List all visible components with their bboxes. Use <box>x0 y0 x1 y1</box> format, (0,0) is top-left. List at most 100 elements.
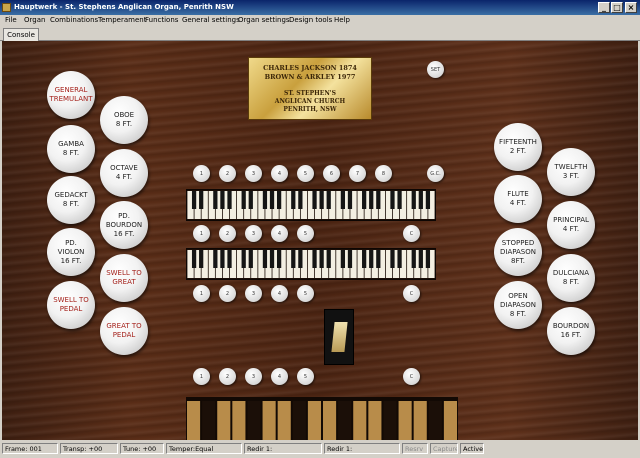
pedal-key[interactable] <box>428 401 442 440</box>
black-key[interactable] <box>326 191 331 209</box>
black-key[interactable] <box>411 250 416 268</box>
coupler-swell-to-great[interactable]: SWELL TO GREAT <box>100 254 148 302</box>
set-button[interactable]: SET <box>427 61 444 78</box>
black-key[interactable] <box>262 250 268 268</box>
black-key[interactable] <box>191 250 197 268</box>
swell-cancel-button[interactable]: C <box>403 225 420 242</box>
black-key[interactable] <box>213 191 218 209</box>
black-key[interactable] <box>199 191 204 209</box>
black-key[interactable] <box>291 191 296 209</box>
pedal-key[interactable] <box>353 401 367 440</box>
black-key[interactable] <box>199 250 204 268</box>
black-key[interactable] <box>276 191 282 209</box>
menu-organ[interactable]: Organ <box>24 16 45 24</box>
great-piston-1[interactable]: 1 <box>193 285 210 302</box>
swell-manual[interactable] <box>186 189 436 221</box>
stop-dulciana[interactable]: DULCIANA 8 FT. <box>547 254 595 302</box>
general-cancel-button[interactable]: G.C. <box>427 165 444 182</box>
menu-combinations[interactable]: Combinations <box>50 16 98 24</box>
black-key[interactable] <box>291 250 296 268</box>
black-key[interactable] <box>269 191 275 209</box>
general-piston-7[interactable]: 7 <box>349 165 366 182</box>
black-key[interactable] <box>369 250 374 268</box>
black-key[interactable] <box>213 250 218 268</box>
coupler-great-to-pedal[interactable]: GREAT TO PEDAL <box>100 307 148 355</box>
pedal-key[interactable] <box>202 401 216 440</box>
black-key[interactable] <box>319 191 324 209</box>
black-key[interactable] <box>362 191 367 209</box>
menu-temperament[interactable]: Temperament <box>98 16 146 24</box>
tab-console[interactable]: Console <box>3 28 39 41</box>
black-key[interactable] <box>397 191 402 209</box>
menu-general-settings[interactable]: General settings <box>182 16 240 24</box>
black-key[interactable] <box>241 250 246 268</box>
swell-piston-1[interactable]: 1 <box>193 225 210 242</box>
black-key[interactable] <box>220 191 225 209</box>
pedal-key[interactable] <box>232 401 246 440</box>
great-piston-4[interactable]: 4 <box>271 285 288 302</box>
black-key[interactable] <box>319 250 324 268</box>
general-piston-4[interactable]: 4 <box>271 165 288 182</box>
pedal-key[interactable] <box>383 401 397 440</box>
pedal-key[interactable] <box>292 401 306 440</box>
stop-pd-bourdon[interactable]: PD. BOURDON 16 FT. <box>100 201 148 249</box>
black-key[interactable] <box>425 250 431 268</box>
menu-file[interactable]: File <box>5 16 17 24</box>
black-key[interactable] <box>220 250 225 268</box>
stop-octave[interactable]: OCTAVE 4 FT. <box>100 149 148 197</box>
stop-fifteenth[interactable]: FIFTEENTH 2 FT. <box>494 123 542 171</box>
pedal-key[interactable] <box>338 401 352 440</box>
stop-general-tremulant[interactable]: GENERAL TREMULANT <box>47 71 95 119</box>
swell-piston-2[interactable]: 2 <box>219 225 236 242</box>
black-key[interactable] <box>298 250 303 268</box>
stop-gedackt[interactable]: GEDACKT 8 FT. <box>47 176 95 224</box>
coupler-swell-to-pedal[interactable]: SWELL TO PEDAL <box>47 281 95 329</box>
minimize-button[interactable]: _ <box>598 2 610 13</box>
black-key[interactable] <box>340 191 346 209</box>
pedal-piston-5[interactable]: 5 <box>297 368 314 385</box>
general-piston-5[interactable]: 5 <box>297 165 314 182</box>
black-key[interactable] <box>390 250 395 268</box>
black-key[interactable] <box>312 191 317 209</box>
stop-stopped-diapason[interactable]: STOPPED DIAPASON 8FT. <box>494 228 542 276</box>
maximize-button[interactable]: □ <box>611 2 623 13</box>
stop-open-diapason[interactable]: OPEN DIAPASON 8 FT. <box>494 281 542 329</box>
pedal-piston-1[interactable]: 1 <box>193 368 210 385</box>
pedal-key[interactable] <box>247 401 261 440</box>
black-key[interactable] <box>376 191 381 209</box>
black-key[interactable] <box>362 250 367 268</box>
pedal-key[interactable] <box>323 401 337 440</box>
stop-principal[interactable]: PRINCIPAL 4 FT. <box>547 201 595 249</box>
black-key[interactable] <box>248 250 253 268</box>
stop-gamba[interactable]: GAMBA 8 FT. <box>47 125 95 173</box>
swell-piston-3[interactable]: 3 <box>245 225 262 242</box>
general-piston-8[interactable]: 8 <box>375 165 392 182</box>
great-keyboard[interactable] <box>187 249 435 279</box>
stop-twelfth[interactable]: TWELFTH 3 FT. <box>547 148 595 196</box>
stop-bourdon[interactable]: BOURDON 16 FT. <box>547 307 595 355</box>
great-piston-2[interactable]: 2 <box>219 285 236 302</box>
great-manual[interactable] <box>186 248 436 280</box>
pedalboard[interactable] <box>186 397 458 440</box>
black-key[interactable] <box>340 250 346 268</box>
pedal-piston-3[interactable]: 3 <box>245 368 262 385</box>
black-key[interactable] <box>262 191 268 209</box>
stop-pd-violon[interactable]: PD. VIOLON 16 FT. <box>47 228 95 276</box>
black-key[interactable] <box>241 191 246 209</box>
pedal-piston-4[interactable]: 4 <box>271 368 288 385</box>
black-key[interactable] <box>390 191 395 209</box>
swell-piston-4[interactable]: 4 <box>271 225 288 242</box>
menu-help[interactable]: Help <box>334 16 350 24</box>
general-piston-1[interactable]: 1 <box>193 165 210 182</box>
pedal-key[interactable] <box>368 401 382 440</box>
stop-oboe[interactable]: OBOE 8 FT. <box>100 96 148 144</box>
black-key[interactable] <box>248 191 253 209</box>
close-button[interactable]: × <box>625 2 637 13</box>
pedal-key[interactable] <box>413 401 427 440</box>
black-key[interactable] <box>298 191 303 209</box>
swell-expression-pedal[interactable] <box>324 309 354 365</box>
great-cancel-button[interactable]: C <box>403 285 420 302</box>
pedal-key[interactable] <box>187 401 201 440</box>
great-piston-5[interactable]: 5 <box>297 285 314 302</box>
general-piston-6[interactable]: 6 <box>323 165 340 182</box>
